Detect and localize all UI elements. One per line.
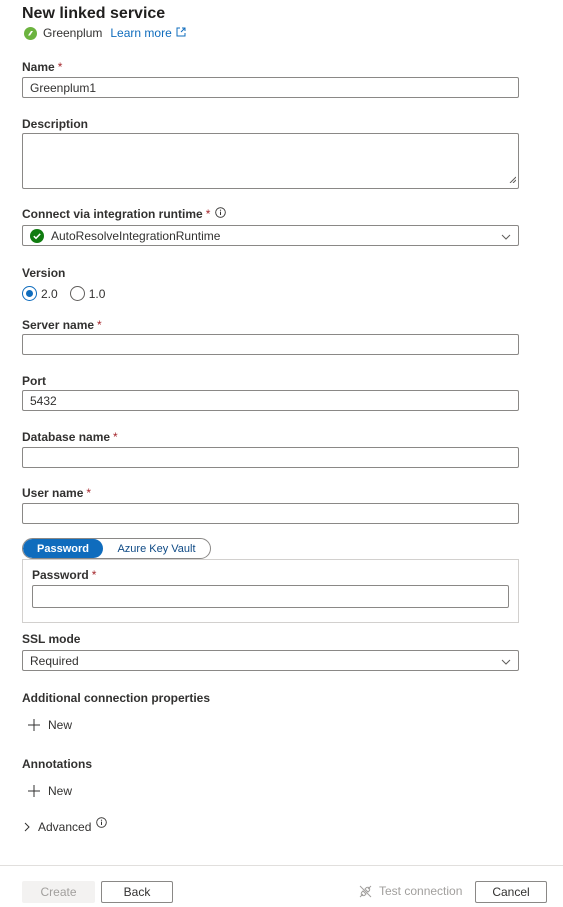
user-name-input[interactable] — [22, 503, 519, 524]
add-connection-property-button[interactable]: New — [28, 718, 72, 732]
required-marker: * — [113, 430, 118, 444]
version-option-2-0[interactable]: 2.0 — [22, 286, 58, 301]
back-button[interactable]: Back — [101, 881, 173, 903]
database-name-input[interactable] — [22, 447, 519, 468]
test-connection-button[interactable]: Test connection — [359, 884, 462, 898]
resize-grip-icon[interactable] — [509, 172, 517, 186]
success-check-icon — [30, 228, 44, 243]
radio-unselected[interactable] — [69, 286, 85, 301]
server-name-input[interactable] — [22, 334, 519, 355]
chevron-right-icon — [24, 822, 30, 832]
radio-selected[interactable] — [22, 286, 37, 301]
tab-password[interactable]: Password — [23, 539, 103, 558]
name-input[interactable]: Greenplum1 — [22, 77, 519, 98]
connector-name: Greenplum — [43, 26, 103, 40]
connector-info: Greenplum Learn more — [24, 26, 186, 40]
advanced-expander[interactable]: Advanced — [24, 817, 108, 834]
runtime-value: AutoResolveIntegrationRuntime — [51, 228, 221, 243]
port-input[interactable]: 5432 — [22, 390, 519, 411]
footer-divider — [0, 865, 563, 866]
required-marker: * — [91, 568, 97, 582]
tab-azure-key-vault[interactable]: Azure Key Vault — [103, 539, 210, 558]
version-option-1-0[interactable]: 1.0 — [69, 286, 105, 301]
user-name-label: User name * — [22, 486, 92, 500]
required-marker: * — [86, 486, 92, 500]
chevron-down-icon — [501, 229, 511, 243]
auth-type-toggle: Password Azure Key Vault — [22, 538, 211, 559]
learn-more-link[interactable]: Learn more — [110, 26, 171, 40]
info-icon[interactable] — [96, 817, 108, 831]
plug-icon — [359, 885, 372, 898]
name-label: Name * — [22, 60, 63, 74]
ssl-mode-select[interactable]: Required — [22, 650, 519, 671]
runtime-label: Connect via integration runtime * — [22, 207, 227, 221]
runtime-select[interactable]: AutoResolveIntegrationRuntime — [22, 225, 519, 246]
external-link-icon[interactable] — [176, 26, 186, 40]
annotations-label: Annotations — [22, 757, 92, 771]
chevron-down-icon — [501, 654, 511, 668]
plus-icon — [28, 719, 40, 731]
version-label: Version — [22, 266, 66, 280]
password-input[interactable] — [32, 585, 509, 608]
additional-properties-label: Additional connection properties — [22, 691, 211, 705]
plus-icon — [28, 785, 40, 797]
ssl-mode-label: SSL mode — [22, 632, 81, 646]
server-name-label: Server name * — [22, 318, 102, 332]
version-radio-group: 2.0 1.0 — [22, 286, 117, 301]
greenplum-icon — [24, 26, 37, 40]
password-label: Password * — [32, 568, 97, 582]
description-input[interactable] — [22, 133, 519, 189]
page-title: New linked service — [22, 5, 166, 22]
required-marker: * — [205, 207, 211, 221]
add-annotation-button[interactable]: New — [28, 784, 72, 798]
required-marker: * — [57, 60, 63, 74]
cancel-button[interactable]: Cancel — [475, 881, 547, 903]
required-marker: * — [97, 318, 102, 332]
ssl-mode-value: Required — [30, 653, 79, 668]
create-button[interactable]: Create — [22, 881, 95, 903]
port-label: Port — [22, 374, 46, 388]
description-label: Description — [22, 117, 89, 131]
database-name-label: Database name * — [22, 430, 118, 444]
info-icon[interactable] — [215, 207, 227, 221]
